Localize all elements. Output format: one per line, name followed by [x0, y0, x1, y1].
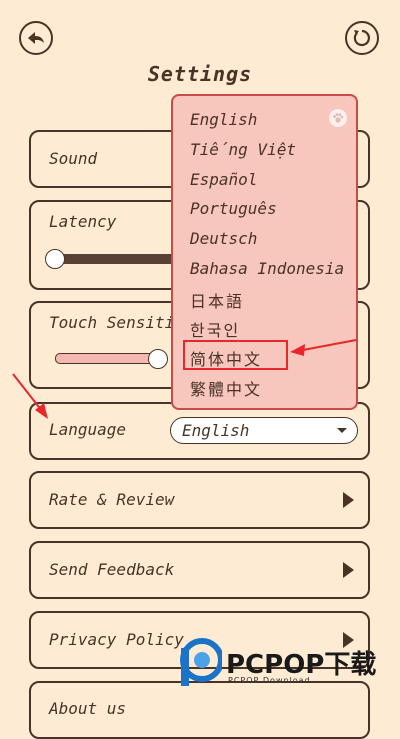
- watermark-logo: PCPOP下载 PCPOP Download: [178, 636, 400, 696]
- annotation-arrow-icon: [290, 339, 357, 356]
- pcpop-logo-icon: [180, 638, 222, 686]
- annotation-arrow-icon: [12, 373, 48, 419]
- watermark-subtitle: PCPOP Download: [228, 676, 311, 685]
- annotation-arrows: [12, 339, 357, 419]
